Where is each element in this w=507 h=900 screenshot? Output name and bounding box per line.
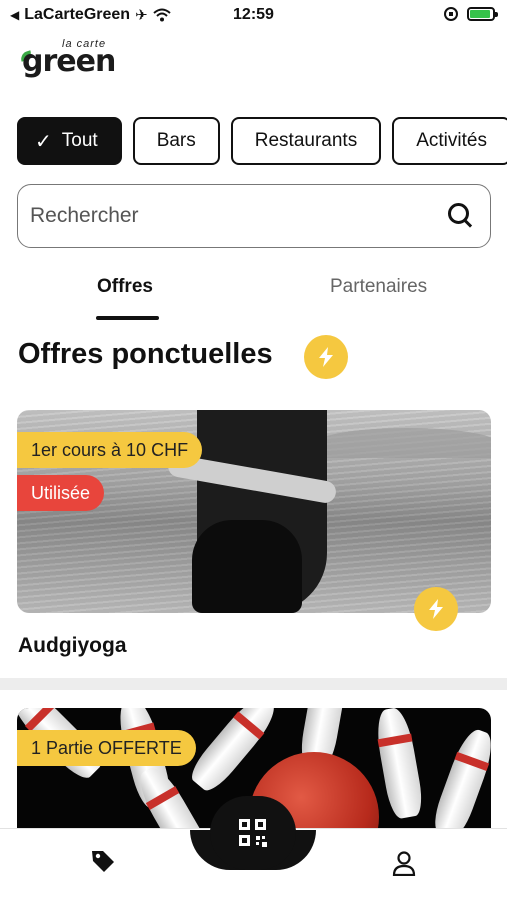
qr-code-icon (239, 819, 267, 847)
filter-chip-label: Restaurants (254, 130, 358, 151)
active-tab-indicator (96, 316, 159, 320)
qr-scan-button[interactable] (210, 796, 296, 870)
tab-bar: Offres Partenaires (0, 268, 507, 324)
lightning-bolt-icon (414, 587, 458, 631)
used-badge: Utilisée (17, 475, 105, 511)
app-logo: la carte green (18, 38, 132, 79)
price-tag-icon[interactable] (90, 848, 116, 874)
offer-tag: 1 Partie OFFERTE (17, 730, 196, 766)
section-divider (0, 678, 507, 690)
lightning-bolt-icon (304, 335, 348, 379)
bowling-pin (372, 708, 426, 821)
filter-chip-label: Bars (156, 130, 196, 151)
tab-partenaires[interactable]: Partenaires (330, 276, 427, 298)
yoga-figure-hair (192, 520, 302, 613)
search-icon[interactable] (446, 201, 476, 231)
filter-chip-tout[interactable]: ✓ Tout (17, 117, 122, 165)
battery-icon (467, 7, 498, 21)
orientation-lock-icon (444, 7, 458, 21)
filter-chip-activites[interactable]: Activités (392, 117, 507, 165)
mountain-silhouette (317, 428, 491, 458)
section-title: Offres ponctuelles (18, 338, 273, 370)
battery-fill (470, 10, 490, 18)
filter-chip-label: Tout (61, 130, 98, 151)
offer-tag: 1er cours à 10 CHF (17, 432, 203, 468)
filter-chip-restaurants[interactable]: Restaurants (230, 117, 382, 165)
search-input[interactable]: Rechercher (17, 184, 491, 248)
logo-title: green (22, 44, 116, 79)
filter-chip-label: Activités (416, 130, 487, 151)
search-placeholder: Rechercher (30, 204, 139, 227)
status-bar: ◀ LaCarteGreen ✈ 12:59 (0, 0, 507, 32)
bowling-pin (429, 725, 491, 838)
check-icon: ✓ (35, 130, 52, 153)
user-icon[interactable] (392, 850, 416, 876)
clock: 12:59 (233, 6, 274, 23)
tab-offres[interactable]: Offres (97, 276, 153, 298)
filter-chips: ✓ Tout Bars Restaurants Activités (17, 117, 507, 165)
filter-chip-bars[interactable]: Bars (132, 117, 220, 165)
offer-card-image[interactable]: 1er cours à 10 CHF Utilisée (17, 410, 491, 613)
offer-title[interactable]: Audgiyoga (18, 634, 127, 658)
